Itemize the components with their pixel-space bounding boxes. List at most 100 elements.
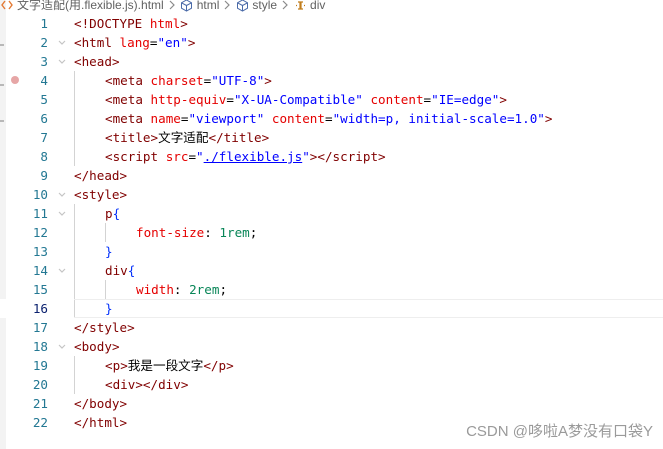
code-token-punc: <	[74, 54, 82, 69]
code-token-punc: >	[111, 54, 120, 69]
code-token-punc: >	[119, 187, 128, 202]
code-token-str: "X-UA-Compatible"	[233, 92, 363, 107]
code-text: width: 2rem;	[74, 280, 663, 299]
code-line[interactable]: 2 <html lang="en">	[0, 33, 663, 52]
code-token-prop: width	[136, 282, 174, 297]
breadcrumb-div-label: div	[310, 0, 326, 12]
code-text: <meta http-equiv="X-UA-Compatible" conte…	[74, 90, 663, 109]
code-line[interactable]: 13}	[0, 242, 663, 261]
line-number: 9	[40, 168, 48, 183]
code-token-punc: <	[105, 149, 113, 164]
code-token-tag: head	[89, 168, 120, 183]
code-text: <div></div>	[74, 375, 663, 394]
code-text: <meta charset="UTF-8">	[74, 71, 663, 90]
code-token-punc: >	[119, 415, 128, 430]
watermark: CSDN @哆啦A梦没有口袋Y	[466, 423, 653, 440]
code-line[interactable]: 21 </body>	[0, 394, 663, 413]
code-text: <head>	[74, 52, 663, 71]
code-token-punc: <	[105, 92, 113, 107]
code-token-punc: >	[119, 168, 128, 183]
code-text: <meta name="viewport" content="width=p, …	[74, 109, 663, 128]
code-token-punc: >	[119, 396, 128, 411]
code-token-text: ;	[249, 225, 258, 240]
line-number: 3	[40, 54, 48, 69]
code-line[interactable]: 12 font-size: 1rem;	[0, 223, 663, 242]
code-token-tag: body	[89, 396, 120, 411]
code-token-text: :	[173, 282, 190, 297]
code-text: <style>	[74, 185, 663, 204]
code-line[interactable]: 6 <meta name="viewport" content="width=p,…	[0, 109, 663, 128]
code-token-link[interactable]: ./flexible.js	[204, 149, 303, 164]
code-line[interactable]: 16}	[0, 299, 663, 318]
code-text: <body>	[74, 337, 663, 356]
code-token-str: "	[302, 149, 310, 164]
code-token-punc: >	[264, 73, 272, 88]
code-line[interactable]: 7 <title>文字适配</title>	[0, 128, 663, 147]
code-token-punc: >	[187, 35, 196, 50]
code-token-attr: html	[149, 16, 181, 31]
code-line[interactable]: 1 <!DOCTYPE html>	[0, 14, 663, 33]
code-token-text: =	[226, 92, 234, 107]
code-token-punc: </	[208, 130, 224, 145]
code-line[interactable]: 5 <meta http-equiv="X-UA-Compatible" cont…	[0, 90, 663, 109]
code-line[interactable]: 19 <p>我是一段文字</p>	[0, 356, 663, 375]
code-token-punc: >	[150, 130, 159, 145]
code-line[interactable]: 8 <script src="./flexible.js"></script>	[0, 147, 663, 166]
line-number: 21	[32, 396, 48, 411]
code-text: <!DOCTYPE html>	[74, 14, 663, 33]
code-line[interactable]: 3 <head>	[0, 52, 663, 71]
breadcrumb-div[interactable]: div	[293, 0, 325, 12]
code-line[interactable]: 17 </style>	[0, 318, 663, 337]
code-token-text: ;	[219, 282, 228, 297]
code-line[interactable]: 15 width: 2rem;	[0, 280, 663, 299]
code-token-attr: http-equiv	[150, 92, 227, 107]
code-token-tag: script	[332, 149, 379, 164]
element-icon	[180, 0, 194, 12]
code-token-punc: <	[74, 35, 82, 50]
code-token-punc: >	[111, 339, 120, 354]
code-token-punc: >	[544, 111, 553, 126]
css-selector-icon	[293, 0, 307, 12]
code-token-str: "width=p, initial-scale=1.0"	[332, 111, 545, 126]
breadcrumb-html-label: html	[196, 0, 220, 12]
code-token-punc: <	[74, 16, 82, 31]
code-token-tag: div	[112, 377, 136, 392]
line-number: 1	[40, 16, 48, 31]
code-line[interactable]: 9 </head>	[0, 166, 663, 185]
code-token-punc: >	[127, 320, 135, 335]
line-number: 17	[32, 320, 48, 335]
breadcrumb-html[interactable]: html	[180, 0, 220, 12]
code-token-punc: >	[120, 358, 128, 373]
breadcrumb-file[interactable]: 文字适配(用.flexible.js).html	[0, 0, 164, 12]
breadcrumb-style[interactable]: style	[235, 0, 277, 12]
code-line[interactable]: 14 div{	[0, 261, 663, 280]
code-token-punc: <	[105, 130, 113, 145]
code-token-brace: {	[112, 206, 121, 221]
code-text: div{	[74, 261, 663, 280]
code-token-attr: charset	[150, 73, 204, 88]
code-token-punc: <	[74, 187, 82, 202]
code-line[interactable]: 10 <style>	[0, 185, 663, 204]
breakpoint-icon[interactable]	[11, 76, 19, 84]
code-token-punc: <	[105, 111, 113, 126]
code-line[interactable]: 4 <meta charset="UTF-8">	[0, 71, 663, 90]
code-token-str: "viewport"	[188, 111, 265, 126]
breadcrumb-file-label: 文字适配(用.flexible.js).html	[17, 0, 164, 12]
code-token-text: =	[188, 149, 197, 164]
code-token-tag: script	[112, 149, 159, 164]
code-token-punc: </	[74, 320, 90, 335]
line-number: 22	[32, 415, 48, 430]
code-line[interactable]: 11 p{	[0, 204, 663, 223]
line-number: 4	[40, 73, 48, 88]
code-editor[interactable]: 1 <!DOCTYPE html> 2 <html lang="en"> 3 <head>…	[0, 14, 663, 432]
code-token-tag: title	[112, 130, 151, 145]
code-line[interactable]: 18 <body>	[0, 337, 663, 356]
code-line[interactable]: 20 <div></div>	[0, 375, 663, 394]
code-token-str: "UTF-8"	[211, 73, 265, 88]
code-token-tag: meta	[112, 111, 143, 126]
code-text: </head>	[74, 166, 663, 185]
